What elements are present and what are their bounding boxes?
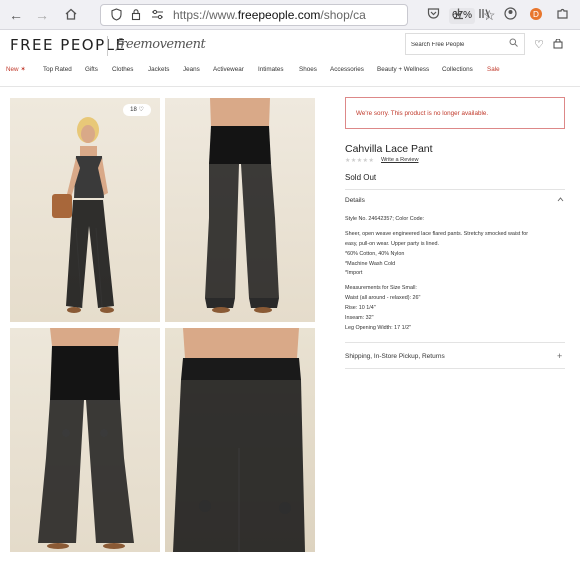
nav-item-top-rated[interactable]: Top Rated (43, 66, 72, 73)
measurements-title: Measurements for Size Small: (345, 285, 417, 291)
import-note: *Import (345, 270, 363, 276)
write-review-link[interactable]: Write a Review (381, 157, 419, 163)
wishlist-badge[interactable]: 18 ♡ (123, 104, 151, 116)
divider (345, 189, 565, 190)
logo-divider (107, 36, 108, 56)
care-instructions: *Machine Wash Cold (345, 261, 396, 267)
search-input[interactable] (411, 38, 507, 51)
heart-icon: ♡ (138, 107, 144, 113)
divider (345, 368, 565, 369)
forward-arrow-icon[interactable]: → (34, 7, 50, 23)
rating-stars: ★★★★★ (345, 158, 375, 164)
shield-icon[interactable] (111, 8, 122, 26)
nav-item-activewear[interactable]: Activewear (213, 66, 244, 73)
details-toggle[interactable]: Details (345, 197, 365, 204)
measurement-inseam: Inseam: 32" (345, 315, 374, 321)
nav-item-shoes[interactable]: Shoes (299, 66, 317, 73)
plus-icon[interactable]: + (557, 351, 562, 361)
nav-item-jeans[interactable]: Jeans (183, 66, 200, 73)
extensions-puzzle-icon[interactable] (554, 7, 570, 23)
nav-item-sale[interactable]: Sale (487, 66, 500, 73)
address-bar[interactable]: https://www.freepeople.com/shop/ca 67% ☆ (100, 4, 496, 26)
browser-toolbar: ← → https://www.freepeople.com/shop/ca 6… (0, 0, 580, 30)
product-image-front-legs[interactable] (165, 98, 315, 322)
nav-item-new[interactable]: New ✶ (6, 66, 26, 73)
measurement-waist: Waist (all around - relaxed): 26" (345, 295, 421, 301)
extension-icon[interactable]: D (528, 7, 544, 23)
product-image-full-model[interactable] (10, 98, 160, 322)
nav-item-collections[interactable]: Collections (442, 66, 473, 73)
product-name: Cahvilla Lace Pant (345, 143, 433, 155)
search-box[interactable] (405, 33, 525, 55)
nav-item-accessories[interactable]: Accessories (330, 66, 364, 73)
permissions-icon[interactable] (151, 8, 164, 26)
wishlist-count: 18 (130, 107, 137, 113)
lock-icon[interactable] (131, 8, 141, 26)
home-icon[interactable] (63, 7, 79, 23)
svg-text:D: D (533, 10, 539, 19)
style-number: Style No. 24642357; Color Code: (345, 216, 425, 222)
pocket-icon[interactable] (425, 7, 441, 23)
divider (345, 342, 565, 343)
nav-item-jackets[interactable]: Jackets (148, 66, 169, 73)
unavailable-alert: We're sorry. This product is no longer a… (345, 97, 565, 129)
sub-brand-logo[interactable]: freemovement (116, 37, 206, 52)
chevron-up-icon[interactable] (557, 196, 564, 205)
alert-text: We're sorry. This product is no longer a… (356, 110, 489, 117)
shipping-returns-toggle[interactable]: Shipping, In-Store Pickup, Returns (345, 353, 445, 360)
account-icon[interactable] (502, 7, 518, 23)
nav-item-beauty-wellness[interactable]: Beauty + Wellness (377, 66, 429, 73)
heart-icon[interactable]: ♡ (534, 38, 544, 51)
product-image-closeup[interactable] (165, 328, 315, 552)
description-line-2: easy, pull-on wear. Upper party is lined… (345, 241, 439, 247)
nav-item-intimates[interactable]: Intimates (258, 66, 284, 73)
sold-out-status: Sold Out (345, 173, 377, 182)
search-icon[interactable] (509, 38, 518, 49)
download-icon[interactable] (450, 7, 466, 23)
nav-item-gifts[interactable]: Gifts (85, 66, 98, 73)
fabric-content: *60% Cotton, 40% Nylon (345, 251, 405, 257)
product-image-back[interactable] (10, 328, 160, 552)
header-divider (0, 86, 580, 87)
description-line-1: Sheer, open weave engineered lace flared… (345, 231, 529, 237)
measurement-leg-opening: Leg Opening Width: 17 1/2" (345, 325, 412, 331)
nav-item-clothes[interactable]: Clothes (112, 66, 133, 73)
brand-logo[interactable]: FREE PEOPLE (10, 36, 126, 54)
url-text[interactable]: https://www.freepeople.com/shop/ca (173, 8, 366, 22)
measurement-rise: Rise: 10 1/4" (345, 305, 376, 311)
library-icon[interactable] (476, 7, 492, 23)
category-nav: New ✶ Top Rated Gifts Clothes Jackets Je… (0, 66, 580, 80)
bag-icon[interactable] (553, 38, 563, 52)
back-arrow-icon[interactable]: ← (8, 7, 24, 23)
